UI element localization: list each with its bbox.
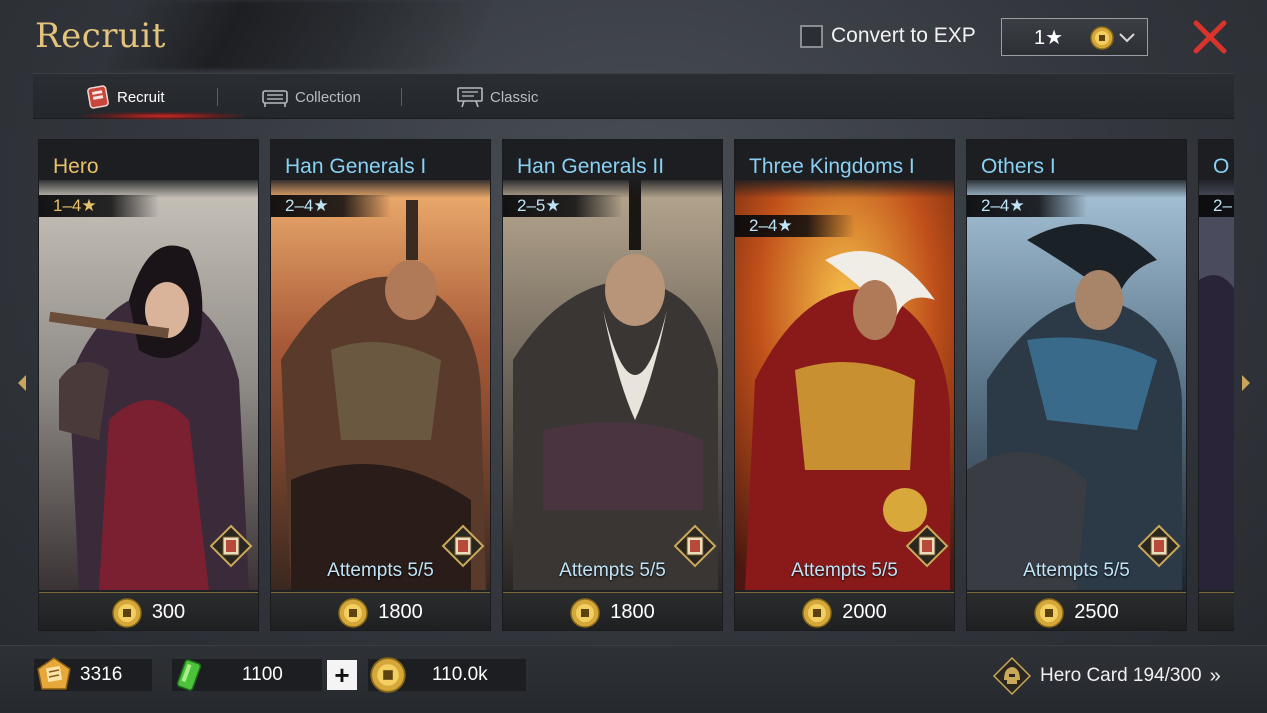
scroll-left-arrow-icon[interactable] [16,374,28,392]
classic-tab-icon [457,87,483,108]
card-star-range: 2–4★ [271,195,391,217]
card-cost-value: 2500 [1074,601,1119,623]
convert-to-exp-toggle[interactable]: Convert to EXP [800,24,976,48]
recruit-tab-icon [87,85,109,109]
recruit-card-hero[interactable]: Hero 1–4★ 300 [38,139,259,631]
convert-label: Convert to EXP [831,24,976,47]
recruit-card-carousel: Hero 1–4★ 300 Han Generals I 2–4★ Attemp… [38,139,1234,631]
convert-checkbox[interactable] [800,24,823,48]
card-cost-bar[interactable]: 2500 [967,592,1186,630]
ticket-count: 3316 [80,664,123,685]
general-portrait-image [1199,180,1234,590]
ticket-resource: 3316 [34,657,152,691]
page-title: Recruit [35,16,166,56]
chevron-down-icon [1119,33,1135,43]
card-cost-bar[interactable]: 1800 [503,592,722,630]
card-title: Others I [981,155,1056,178]
card-cost-bar[interactable]: 1800 [271,592,490,630]
card-attempts: Attempts 5/5 [1023,560,1130,581]
card-cost-value: 1800 [610,601,655,623]
tab-classic-label: Classic [490,88,539,106]
card-attempts: Attempts 5/5 [559,560,666,581]
recruit-ticket-icon [37,657,71,690]
card-star-range: 2–4★ [735,215,855,237]
green-jade-icon [176,659,202,691]
coin-icon [338,597,368,628]
card-title: Hero [53,155,99,178]
tab-divider [401,88,402,106]
card-cost-value: 1800 [378,601,423,623]
card-title: Han Generals II [517,155,665,178]
star-filter-value: 1★ [1034,26,1064,49]
card-cost-bar[interactable] [1199,592,1234,630]
coin-icon [370,657,406,693]
coin-icon [1090,26,1114,50]
card-cost-bar[interactable]: 2000 [735,592,954,630]
double-chevron-right-icon: » [1209,664,1221,687]
close-icon[interactable] [1193,20,1227,54]
recruit-emblem-icon [209,524,253,568]
card-attempts: Attempts 5/5 [791,560,898,581]
card-star-range: 2–5★ [503,195,623,217]
card-star-range: 2– [1199,195,1234,217]
coin-icon [112,597,142,628]
card-title: Three Kingdoms I [749,155,915,178]
tab-recruit-label: Recruit [117,88,165,106]
add-resource-button[interactable]: + [327,660,357,690]
card-cost-value: 2000 [842,601,887,623]
card-title: O [1213,155,1230,178]
scroll-right-arrow-icon[interactable] [1240,374,1252,392]
hero-helmet-icon [992,656,1032,696]
stamina-resource: 1100 [172,659,322,691]
hero-card-link[interactable]: Hero Card 194/300 » [992,656,1221,696]
hero-card-label: Hero Card 194/300 [1040,665,1202,686]
recruit-card-han-generals-1[interactable]: Han Generals I 2–4★ Attempts 5/5 1800 [270,139,491,631]
coin-icon [1034,597,1064,628]
recruit-card-han-generals-2[interactable]: Han Generals II 2–5★ Attempts 5/5 1800 [502,139,723,631]
coin-count: 110.0k [432,664,488,685]
card-star-range: 1–4★ [39,195,159,217]
coin-resource: 110.0k [368,657,526,693]
card-attempts: Attempts 5/5 [327,560,434,581]
card-cost-value: 300 [151,601,186,623]
coin-icon [570,597,600,628]
star-filter-dropdown[interactable]: 1★ [1001,18,1148,56]
stamina-count: 1100 [242,664,283,685]
tab-classic[interactable]: Classic [456,74,538,120]
recruit-card-three-kingdoms-1[interactable]: Three Kingdoms I 2–4★ Attempts 5/5 2000 [734,139,955,631]
coin-icon [802,597,832,628]
tab-divider [217,88,218,106]
card-cost-bar[interactable]: 300 [39,592,258,630]
card-star-range: 2–4★ [967,195,1087,217]
recruit-card-partial[interactable]: O 2– [1198,139,1234,631]
collection-tab-icon [262,90,288,107]
resource-bar: 3316 1100 + 110.0k Hero Card 194/300 » [0,645,1267,713]
tab-bar: Recruit Collection Classic [33,73,1234,120]
card-title: Han Generals I [285,155,427,178]
tab-collection-label: Collection [295,88,361,106]
tab-collection[interactable]: Collection [261,74,361,120]
tab-recruit[interactable]: Recruit [85,74,165,120]
recruit-card-others-1[interactable]: Others I 2–4★ Attempts 5/5 2500 [966,139,1187,631]
